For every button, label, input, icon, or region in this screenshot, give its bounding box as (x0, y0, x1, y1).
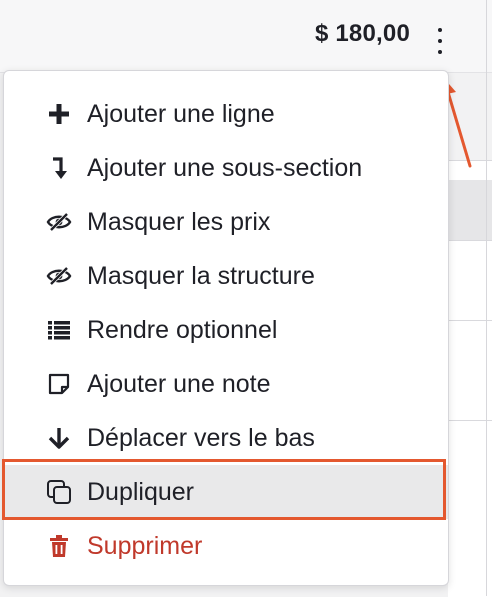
arrow-down-icon (45, 424, 73, 452)
list-icon (45, 316, 73, 344)
trash-icon (45, 532, 73, 560)
menu-item-duplicate[interactable]: Dupliquer (4, 465, 448, 519)
menu-item-hide-prices[interactable]: Masquer les prix (4, 195, 448, 249)
menu-item-move-down[interactable]: Déplacer vers le bas (4, 411, 448, 465)
arrow-turn-down-icon (45, 154, 73, 182)
table-header-row (0, 0, 492, 73)
menu-item-label: Ajouter une note (87, 369, 271, 398)
menu-item-label: Ajouter une sous-section (87, 153, 363, 182)
eye-slash-icon (45, 208, 73, 236)
menu-item-label: Déplacer vers le bas (87, 423, 315, 452)
menu-item-label: Ajouter une ligne (87, 99, 275, 128)
menu-item-add-line[interactable]: Ajouter une ligne (4, 87, 448, 141)
eye-slash-icon (45, 262, 73, 290)
table-border (486, 0, 487, 596)
vertical-ellipsis-icon[interactable] (432, 28, 448, 54)
menu-item-add-subsection[interactable]: Ajouter une sous-section (4, 141, 448, 195)
menu-item-label: Rendre optionnel (87, 315, 278, 344)
menu-item-label: Masquer les prix (87, 207, 271, 236)
menu-item-hide-structure[interactable]: Masquer la structure (4, 249, 448, 303)
menu-item-make-optional[interactable]: Rendre optionnel (4, 303, 448, 357)
sticky-note-icon (45, 370, 73, 398)
row-actions-menu: Ajouter une ligne Ajouter une sous-secti… (3, 70, 449, 586)
section-total: $ 180,00 (314, 20, 410, 47)
menu-item-label: Supprimer (87, 531, 203, 560)
copy-icon (45, 478, 73, 506)
menu-item-label: Masquer la structure (87, 261, 315, 290)
menu-item-label: Dupliquer (87, 477, 195, 506)
menu-item-add-note[interactable]: Ajouter une note (4, 357, 448, 411)
menu-item-delete[interactable]: Supprimer (4, 519, 448, 573)
plus-icon (45, 100, 73, 128)
